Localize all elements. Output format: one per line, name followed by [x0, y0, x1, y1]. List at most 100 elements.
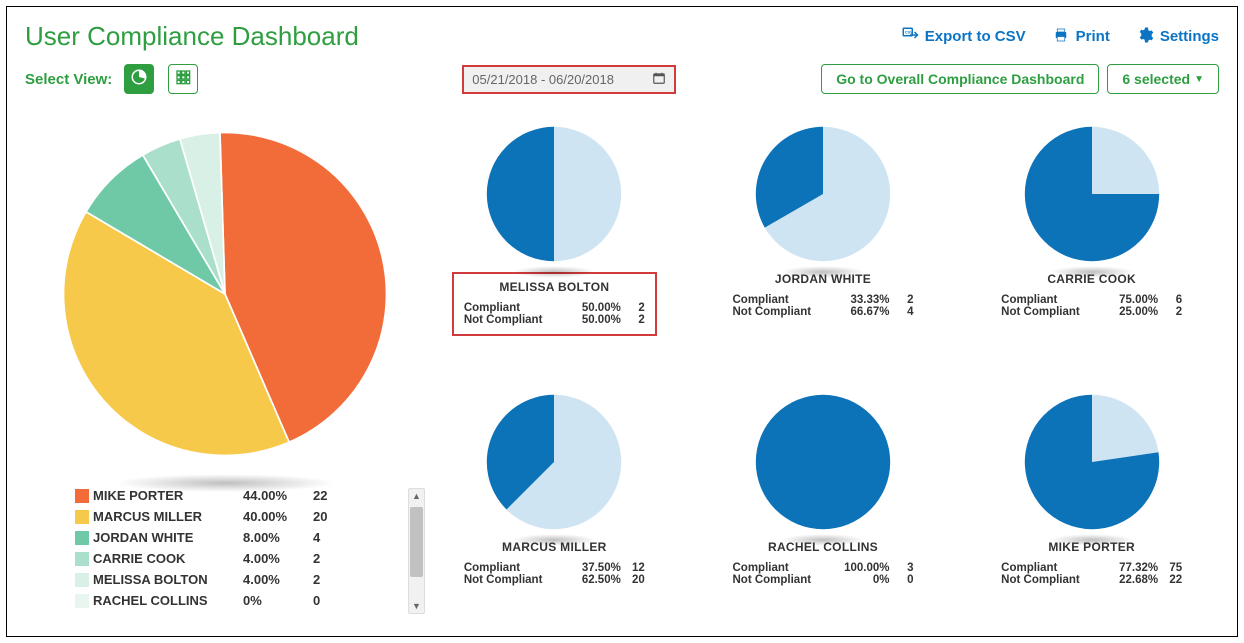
legend-swatch	[75, 573, 89, 587]
legend-name: JORDAN WHITE	[93, 530, 243, 545]
scroll-down-icon: ▼	[412, 601, 421, 611]
compliant-label: Compliant	[732, 562, 827, 574]
legend-name: MARCUS MILLER	[93, 509, 243, 524]
compliant-count: 12	[625, 562, 645, 574]
user-pie-chart	[1022, 124, 1162, 264]
svg-text:CSV: CSV	[905, 30, 913, 34]
legend-swatch	[75, 489, 89, 503]
noncompliant-label: Not Compliant	[732, 574, 827, 586]
legend-count: 20	[313, 509, 343, 524]
legend-row[interactable]: JORDAN WHITE 8.00% 4	[75, 530, 400, 545]
gear-icon	[1136, 26, 1154, 48]
compliant-pct: 75.00%	[1100, 294, 1158, 306]
legend-count: 0	[313, 593, 343, 608]
user-name: MELISSA BOLTON	[464, 280, 645, 294]
view-toggle-chart[interactable]	[124, 64, 154, 94]
noncompliant-label: Not Compliant	[732, 306, 827, 318]
user-pie-chart	[753, 124, 893, 264]
noncompliant-count: 0	[893, 574, 913, 586]
noncompliant-label: Not Compliant	[464, 574, 559, 586]
chevron-down-icon: ▼	[1194, 74, 1204, 85]
legend-pct: 44.00%	[243, 488, 313, 503]
overview-legend: MIKE PORTER 44.00% 22 MARCUS MILLER 40.0…	[75, 488, 425, 614]
user-card[interactable]: MIKE PORTER Compliant 77.32% 75 Not Comp…	[972, 392, 1211, 614]
export-csv-button[interactable]: CSV Export to CSV	[901, 26, 1026, 48]
go-to-overall-dashboard-button[interactable]: Go to Overall Compliance Dashboard	[821, 64, 1099, 94]
compliant-label: Compliant	[1001, 294, 1096, 306]
noncompliant-pct: 62.50%	[563, 574, 621, 586]
user-stats: Compliant 50.00% 2 Not Compliant 50.00% …	[464, 302, 645, 326]
legend-name: CARRIE COOK	[93, 551, 243, 566]
header: User Compliance Dashboard CSV Export to …	[25, 21, 1219, 52]
compliant-label: Compliant	[464, 302, 559, 314]
main-area: MIKE PORTER 44.00% 22 MARCUS MILLER 40.0…	[25, 124, 1219, 614]
noncompliant-pct: 25.00%	[1100, 306, 1158, 318]
user-pie-chart	[484, 392, 624, 532]
print-button[interactable]: Print	[1052, 26, 1110, 48]
legend-row[interactable]: RACHEL COLLINS 0% 0	[75, 593, 400, 608]
legend-scrollbar[interactable]: ▲ ▼	[408, 488, 425, 614]
scroll-up-icon: ▲	[412, 491, 421, 501]
noncompliant-pct: 22.68%	[1100, 574, 1158, 586]
compliant-count: 3	[893, 562, 913, 574]
noncompliant-count: 4	[893, 306, 913, 318]
calendar-button[interactable]	[644, 67, 674, 92]
legend-row[interactable]: MELISSA BOLTON 4.00% 2	[75, 572, 400, 587]
page-title: User Compliance Dashboard	[25, 21, 359, 52]
header-actions: CSV Export to CSV Print Settings	[901, 26, 1219, 48]
legend-row[interactable]: MIKE PORTER 44.00% 22	[75, 488, 400, 503]
legend-name: MIKE PORTER	[93, 488, 243, 503]
user-pie-chart	[1022, 392, 1162, 532]
user-card[interactable]: RACHEL COLLINS Compliant 100.00% 3 Not C…	[704, 392, 943, 614]
right-controls: Go to Overall Compliance Dashboard 6 sel…	[821, 64, 1219, 94]
legend-row[interactable]: MARCUS MILLER 40.00% 20	[75, 509, 400, 524]
calendar-icon	[652, 71, 666, 88]
compliant-count: 2	[893, 294, 913, 306]
overview-pie-chart	[55, 124, 395, 464]
legend-pct: 40.00%	[243, 509, 313, 524]
pie-shadow	[781, 266, 865, 278]
scrollbar-thumb[interactable]	[410, 507, 423, 577]
noncompliant-label: Not Compliant	[464, 314, 559, 326]
overview-pane: MIKE PORTER 44.00% 22 MARCUS MILLER 40.0…	[25, 124, 425, 614]
legend-swatch	[75, 531, 89, 545]
compliant-pct: 33.33%	[831, 294, 889, 306]
user-stats: Compliant 75.00% 6 Not Compliant 25.00% …	[1001, 294, 1182, 318]
noncompliant-label: Not Compliant	[1001, 574, 1096, 586]
compliant-pct: 50.00%	[563, 302, 621, 314]
settings-button[interactable]: Settings	[1136, 26, 1219, 48]
legend-swatch	[75, 552, 89, 566]
user-card[interactable]: JORDAN WHITE Compliant 33.33% 2 Not Comp…	[704, 124, 943, 364]
view-toggle-grid[interactable]	[168, 64, 198, 94]
user-card[interactable]: MELISSA BOLTON Compliant 50.00% 2 Not Co…	[435, 124, 674, 364]
legend-swatch	[75, 594, 89, 608]
legend-count: 2	[313, 551, 343, 566]
date-range-input[interactable]	[464, 67, 644, 92]
pie-shadow	[512, 534, 596, 546]
csv-export-icon: CSV	[901, 26, 919, 48]
pie-shadow	[1050, 534, 1134, 546]
noncompliant-label: Not Compliant	[1001, 306, 1096, 318]
noncompliant-pct: 50.00%	[563, 314, 621, 326]
noncompliant-count: 2	[1162, 306, 1182, 318]
selected-count-dropdown[interactable]: 6 selected ▼	[1107, 64, 1219, 94]
controls-row: Select View: Go to	[25, 64, 1219, 94]
user-card[interactable]: CARRIE COOK Compliant 75.00% 6 Not Compl…	[972, 124, 1211, 364]
pie-shadow	[781, 534, 865, 546]
legend-pct: 4.00%	[243, 551, 313, 566]
user-card[interactable]: MARCUS MILLER Compliant 37.50% 12 Not Co…	[435, 392, 674, 614]
legend-count: 4	[313, 530, 343, 545]
date-range-picker[interactable]	[462, 65, 676, 94]
legend-row[interactable]: CARRIE COOK 4.00% 2	[75, 551, 400, 566]
compliant-pct: 77.32%	[1100, 562, 1158, 574]
select-view-label: Select View:	[25, 71, 112, 88]
user-stats: Compliant 33.33% 2 Not Compliant 66.67% …	[732, 294, 913, 318]
legend-pct: 0%	[243, 593, 313, 608]
noncompliant-pct: 66.67%	[831, 306, 889, 318]
legend-count: 2	[313, 572, 343, 587]
pie-shadow	[512, 266, 596, 278]
compliant-pct: 37.50%	[563, 562, 621, 574]
pie-shadow	[1050, 266, 1134, 278]
grid-icon	[175, 69, 191, 90]
legend-name: RACHEL COLLINS	[93, 593, 243, 608]
